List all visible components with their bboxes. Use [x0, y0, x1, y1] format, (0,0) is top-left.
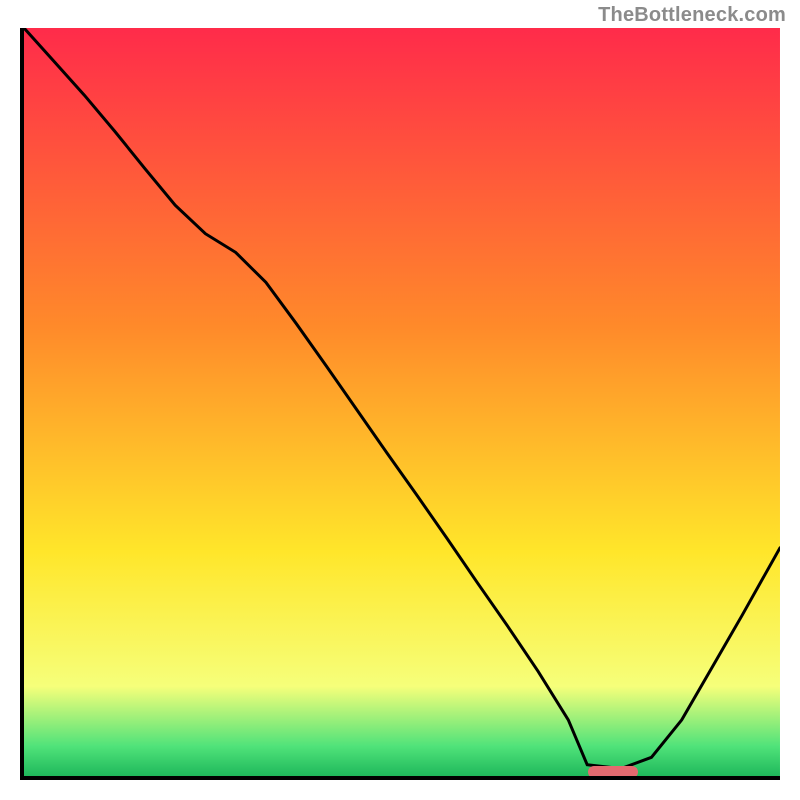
plot-area: [20, 28, 780, 780]
watermark-text: TheBottleneck.com: [598, 4, 786, 27]
chart-frame: TheBottleneck.com: [0, 0, 800, 800]
x-axis-line: [20, 776, 780, 780]
bottleneck-curve-line: [24, 28, 780, 776]
